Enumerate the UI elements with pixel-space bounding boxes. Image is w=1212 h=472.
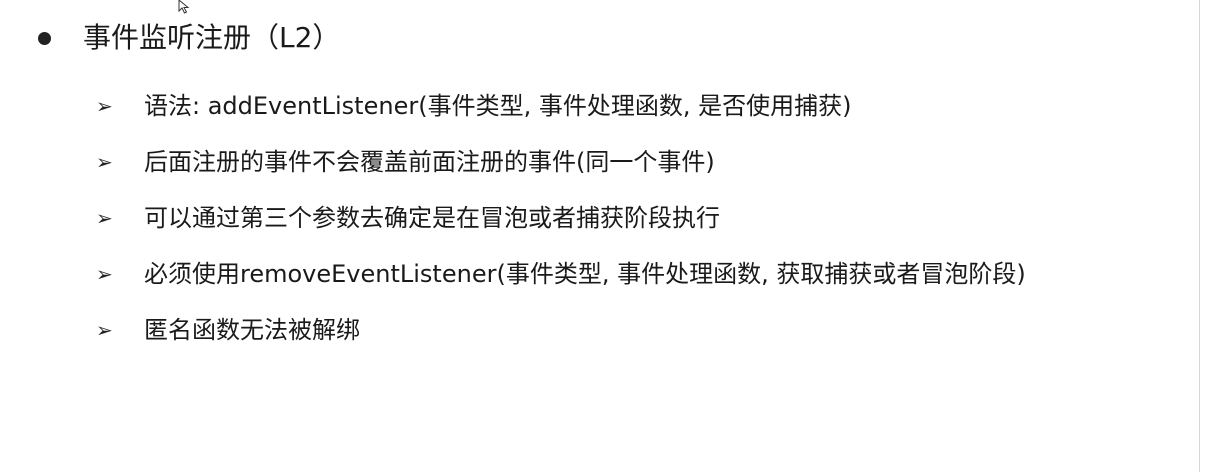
list-item: ➢ 语法: addEventListener(事件类型, 事件处理函数, 是否使… (96, 78, 1026, 134)
list-item: ➢ 可以通过第三个参数去确定是在冒泡或者捕获阶段执行 (96, 190, 1026, 246)
list-item-text: 必须使用removeEventListener(事件类型, 事件处理函数, 获取… (144, 260, 1026, 288)
list-item: ➢ 匿名函数无法被解绑 (96, 302, 1026, 358)
list-item-text: 匿名函数无法被解绑 (144, 316, 360, 344)
arrow-bullet-icon: ➢ (96, 262, 113, 286)
list-item-text: 可以通过第三个参数去确定是在冒泡或者捕获阶段执行 (144, 204, 720, 232)
arrow-bullet-icon: ➢ (96, 206, 113, 230)
arrow-bullet-icon: ➢ (96, 94, 113, 118)
section-heading: 事件监听注册（L2） (38, 18, 340, 58)
right-edge-divider (1199, 0, 1200, 472)
slide: 事件监听注册（L2） ➢ 语法: addEventListener(事件类型, … (0, 0, 1180, 472)
arrow-bullet-icon: ➢ (96, 150, 113, 174)
bullet-list: ➢ 语法: addEventListener(事件类型, 事件处理函数, 是否使… (96, 78, 1026, 358)
list-item: ➢ 后面注册的事件不会覆盖前面注册的事件(同一个事件) (96, 134, 1026, 190)
list-item-text: 语法: addEventListener(事件类型, 事件处理函数, 是否使用捕… (144, 92, 852, 120)
mouse-pointer-icon (178, 0, 190, 14)
filled-circle-bullet-icon (38, 31, 51, 45)
list-item: ➢ 必须使用removeEventListener(事件类型, 事件处理函数, … (96, 246, 1026, 302)
arrow-bullet-icon: ➢ (96, 318, 113, 342)
heading-text: 事件监听注册（L2） (83, 21, 341, 54)
list-item-text: 后面注册的事件不会覆盖前面注册的事件(同一个事件) (144, 148, 715, 176)
